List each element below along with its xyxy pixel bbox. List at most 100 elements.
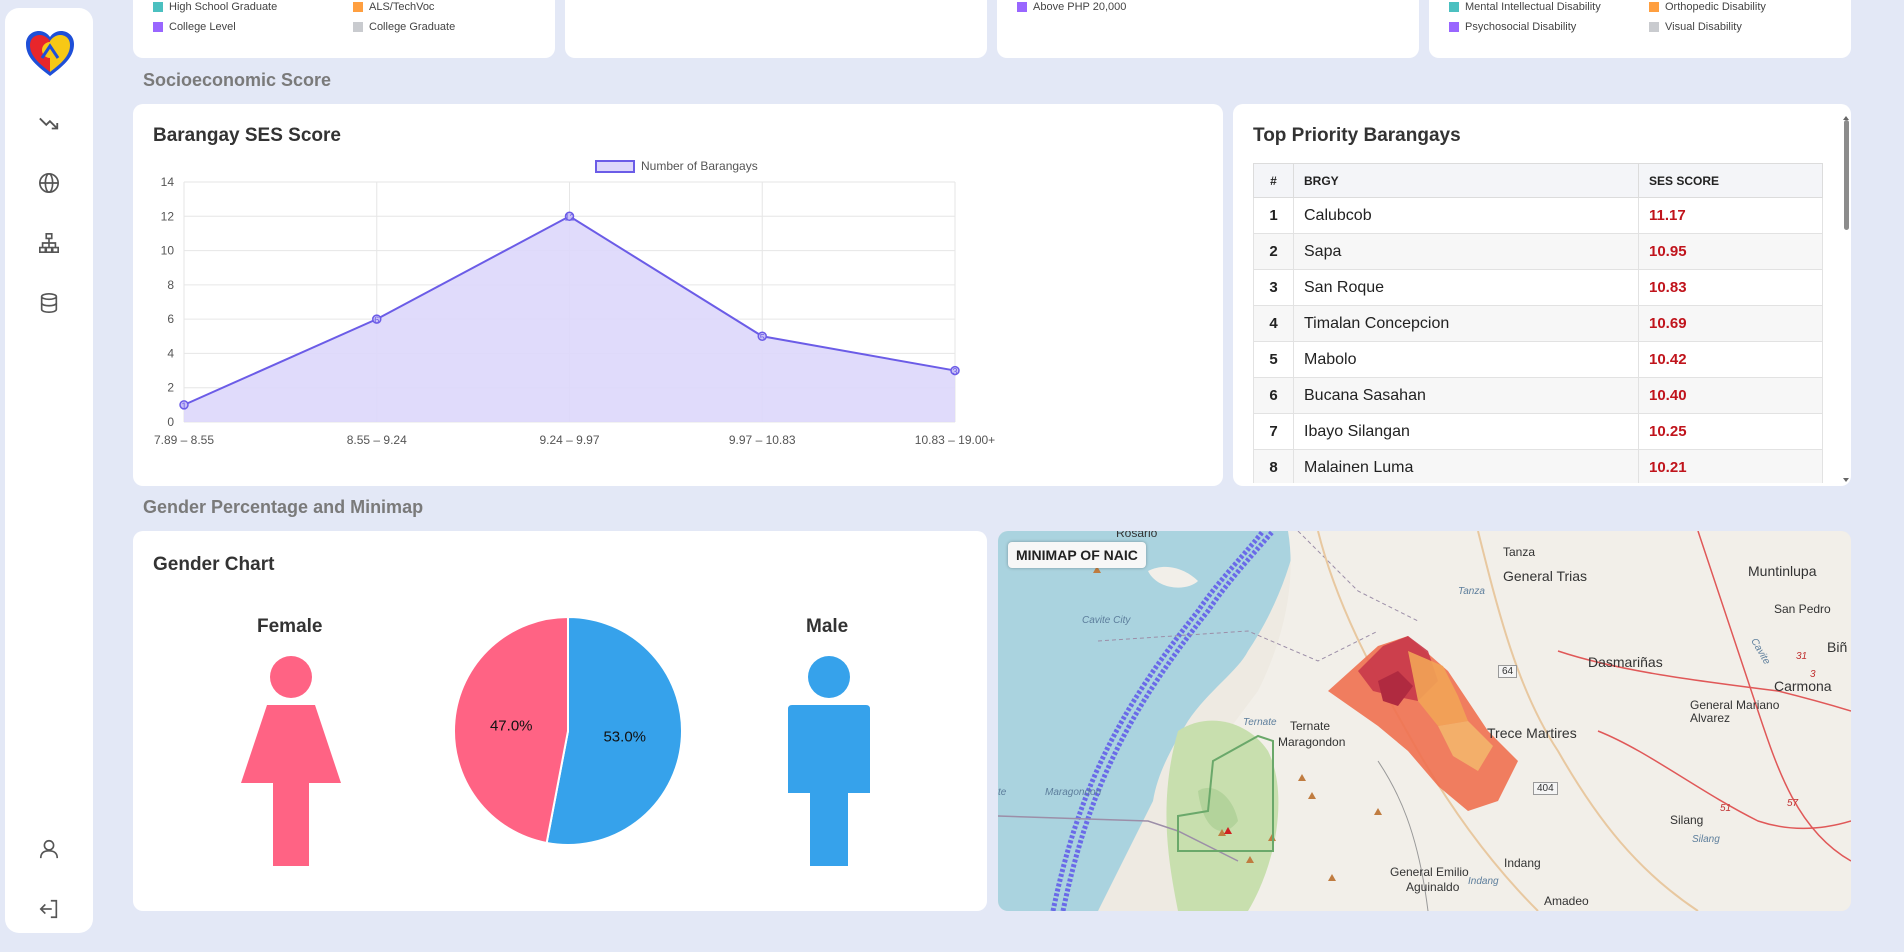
data-label: 3 xyxy=(952,367,957,377)
score-cell: 10.95 xyxy=(1638,233,1823,270)
score-cell: 10.25 xyxy=(1638,413,1823,450)
map-label: Maragondon xyxy=(1278,735,1346,749)
database-icon[interactable] xyxy=(36,290,62,316)
legend-swatch xyxy=(1649,2,1659,12)
map-label: Aguinaldo xyxy=(1406,880,1460,894)
table-row[interactable]: 4 Timalan Concepcion 10.69 xyxy=(1253,305,1823,342)
legend-label: Orthopedic Disability xyxy=(1665,1,1766,13)
column-header-brgy[interactable]: BRGY xyxy=(1293,163,1639,198)
table-row[interactable]: 5 Mabolo 10.42 xyxy=(1253,341,1823,378)
app-logo[interactable] xyxy=(24,28,76,80)
rank-cell: 7 xyxy=(1253,413,1294,450)
trending-down-icon[interactable] xyxy=(36,110,62,136)
section-title-ses: Socioeconomic Score xyxy=(143,70,332,90)
scrollbar-thumb[interactable] xyxy=(1844,120,1849,230)
x-tick-label: 9.97 – 10.83 xyxy=(729,433,796,447)
legend-label: Mental Intellectual Disability xyxy=(1465,1,1601,13)
y-tick-label: 6 xyxy=(167,312,174,326)
rank-cell: 4 xyxy=(1253,305,1294,342)
road-shield: 404 xyxy=(1533,782,1558,795)
gender-pie-chart: 53.0% 47.0% xyxy=(453,615,683,846)
table-row[interactable]: 7 Ibayo Silangan 10.25 xyxy=(1253,413,1823,450)
table-row[interactable]: 2 Sapa 10.95 xyxy=(1253,233,1823,270)
logout-icon[interactable] xyxy=(36,896,62,922)
legend-label: Psychosocial Disability xyxy=(1465,21,1577,33)
legend-swatch xyxy=(1449,2,1459,12)
legend-swatch xyxy=(1649,22,1659,32)
female-icon xyxy=(241,656,341,866)
y-tick-label: 12 xyxy=(161,209,175,223)
legend-label: College Level xyxy=(169,21,236,33)
column-header-score[interactable]: SES SCORE xyxy=(1638,163,1823,198)
table-row[interactable]: 1 Calubcob 11.17 xyxy=(1253,197,1823,234)
score-cell: 10.69 xyxy=(1638,305,1823,342)
score-cell: 10.83 xyxy=(1638,269,1823,306)
globe-icon[interactable] xyxy=(36,170,62,196)
sidebar xyxy=(5,8,93,933)
road-number: 51 xyxy=(1720,803,1732,814)
map-label: Rosario xyxy=(1116,531,1158,540)
map-label: Carmona xyxy=(1774,678,1832,694)
legend-item: ALS/TechVoc xyxy=(353,1,434,13)
x-tick-label: 10.83 – 19.00+ xyxy=(915,433,995,447)
score-cell: 10.21 xyxy=(1638,449,1823,483)
map-label: Ternate xyxy=(1290,719,1331,733)
priority-table: # BRGY SES SCORE 1 Calubcob 11.17 2 Sapa 10.9… xyxy=(1253,163,1823,483)
y-tick-label: 10 xyxy=(161,244,175,258)
legend-swatch xyxy=(153,22,163,32)
table-row[interactable]: 3 San Roque 10.83 xyxy=(1253,269,1823,306)
map-label: Indang xyxy=(1504,856,1541,870)
brgy-cell: Ibayo Silangan xyxy=(1293,413,1639,450)
female-label: Female xyxy=(257,616,323,637)
legend-item: Visual Disability xyxy=(1649,21,1742,33)
rank-cell: 1 xyxy=(1253,197,1294,234)
map-label: Amadeo xyxy=(1544,894,1589,908)
column-header-rank[interactable]: # xyxy=(1253,163,1294,198)
road-shield: 64 xyxy=(1498,665,1518,678)
y-tick-label: 14 xyxy=(161,175,175,189)
disability-card: Mental Intellectual Disability Orthopedi… xyxy=(1429,0,1851,58)
rank-cell: 8 xyxy=(1253,449,1294,483)
map-label: te xyxy=(998,787,1007,798)
rank-cell: 5 xyxy=(1253,341,1294,378)
legend-item: Mental Intellectual Disability xyxy=(1449,1,1601,13)
legend-swatch xyxy=(1449,22,1459,32)
map-label: Indang xyxy=(1468,876,1499,887)
legend-swatch xyxy=(153,2,163,12)
minimap[interactable]: MINIMAP OF NAIC Rosario Tanza General Tr… xyxy=(998,531,1851,911)
x-tick-label: 7.89 – 8.55 xyxy=(154,433,214,447)
rank-cell: 6 xyxy=(1253,377,1294,414)
legend-label: High School Graduate xyxy=(169,1,278,13)
legend-item: College Graduate xyxy=(353,21,455,33)
map-label: Biñ xyxy=(1827,639,1848,655)
legend-item: College Level xyxy=(153,21,236,33)
map-label: General Mariano Alvarez xyxy=(1690,698,1780,725)
y-tick-label: 0 xyxy=(167,415,174,429)
table-row[interactable]: 8 Malainen Luma 10.21 xyxy=(1253,449,1823,483)
male-label: Male xyxy=(806,616,849,637)
brgy-cell: Mabolo xyxy=(1293,341,1639,378)
map-label: Silang xyxy=(1670,813,1704,827)
score-cell: 11.17 xyxy=(1638,197,1823,234)
data-label: 1 xyxy=(181,401,186,411)
income-card: Above PHP 20,000 xyxy=(997,0,1419,58)
brgy-cell: Calubcob xyxy=(1293,197,1639,234)
education-card: High School Graduate ALS/TechVoc College… xyxy=(133,0,555,58)
score-cell: 10.40 xyxy=(1638,377,1823,414)
y-tick-label: 4 xyxy=(167,346,174,360)
user-icon[interactable] xyxy=(36,836,62,862)
legend-label: ALS/TechVoc xyxy=(369,1,435,13)
priority-table-wrapper[interactable]: # BRGY SES SCORE 1 Calubcob 11.17 2 Sapa 10.9… xyxy=(1253,163,1823,483)
rank-cell: 3 xyxy=(1253,269,1294,306)
chart-card xyxy=(565,0,987,58)
x-tick-label: 9.24 – 9.97 xyxy=(539,433,599,447)
rank-cell: 2 xyxy=(1253,233,1294,270)
data-label: 12 xyxy=(564,212,574,222)
y-tick-label: 2 xyxy=(167,381,174,395)
table-row[interactable]: 6 Bucana Sasahan 10.40 xyxy=(1253,377,1823,414)
gender-card: Gender Chart Female Male 53.0% 47.0% xyxy=(133,531,987,911)
pie-slice-female-label: 47.0% xyxy=(490,718,533,735)
legend-item: Psychosocial Disability xyxy=(1449,21,1576,33)
sitemap-icon[interactable] xyxy=(36,230,62,256)
map-label: Tanza xyxy=(1458,586,1485,597)
